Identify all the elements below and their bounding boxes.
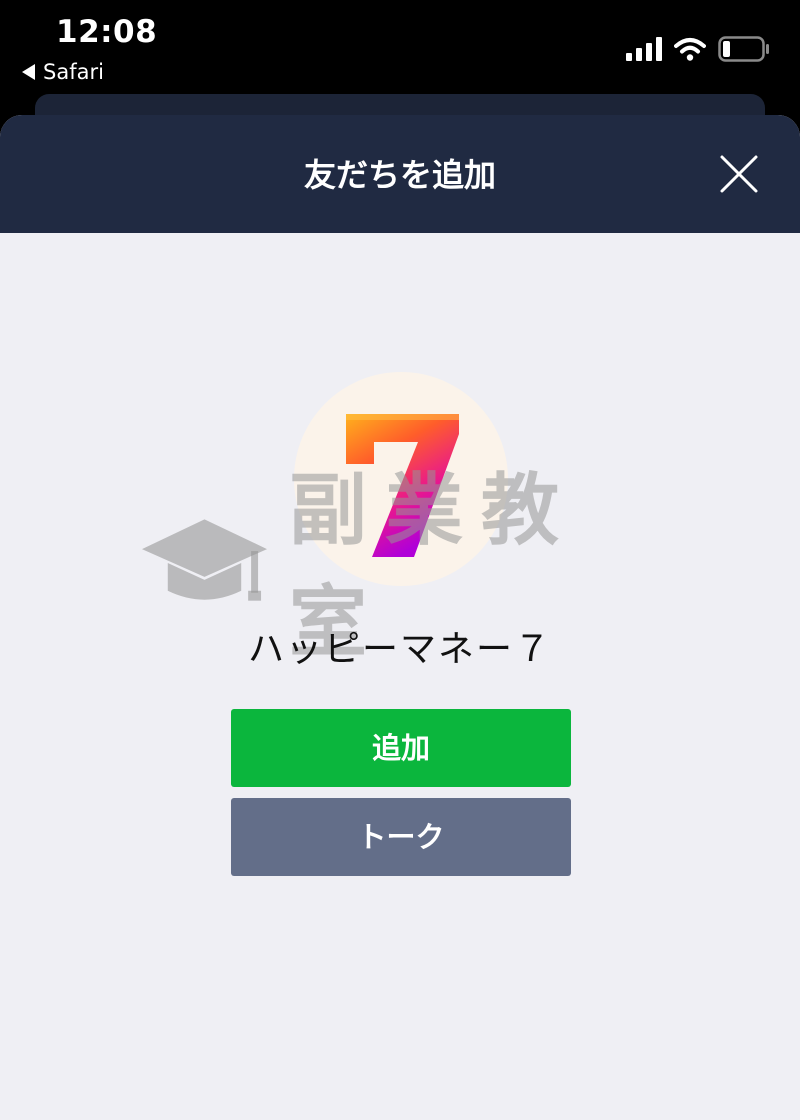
- graduation-cap-icon: [141, 518, 267, 601]
- signal-icon: [626, 37, 662, 61]
- account-name: ハッピーマネー７: [247, 629, 552, 670]
- status-icons: [626, 36, 770, 62]
- close-icon[interactable]: [718, 153, 760, 195]
- add-friend-button[interactable]: 追加: [231, 709, 571, 787]
- status-bar: 12:08 Safari: [0, 0, 800, 96]
- back-to-safari-label: Safari: [43, 60, 104, 84]
- back-to-safari-link[interactable]: Safari: [22, 60, 104, 84]
- wifi-icon: [674, 38, 706, 61]
- seven-logo-icon: [346, 414, 459, 557]
- status-time: 12:08: [56, 14, 158, 50]
- battery-icon: [718, 36, 769, 62]
- back-arrow-icon: [22, 64, 35, 80]
- talk-button[interactable]: トーク: [231, 798, 571, 876]
- account-avatar: [294, 372, 508, 586]
- add-friend-sheet: 友だちを追加 副業教室 ハッピーマネー７ 追加 トーク: [0, 115, 800, 1120]
- sheet-title: 友だちを追加: [303, 156, 496, 194]
- sheet-header: 友だちを追加: [0, 115, 800, 233]
